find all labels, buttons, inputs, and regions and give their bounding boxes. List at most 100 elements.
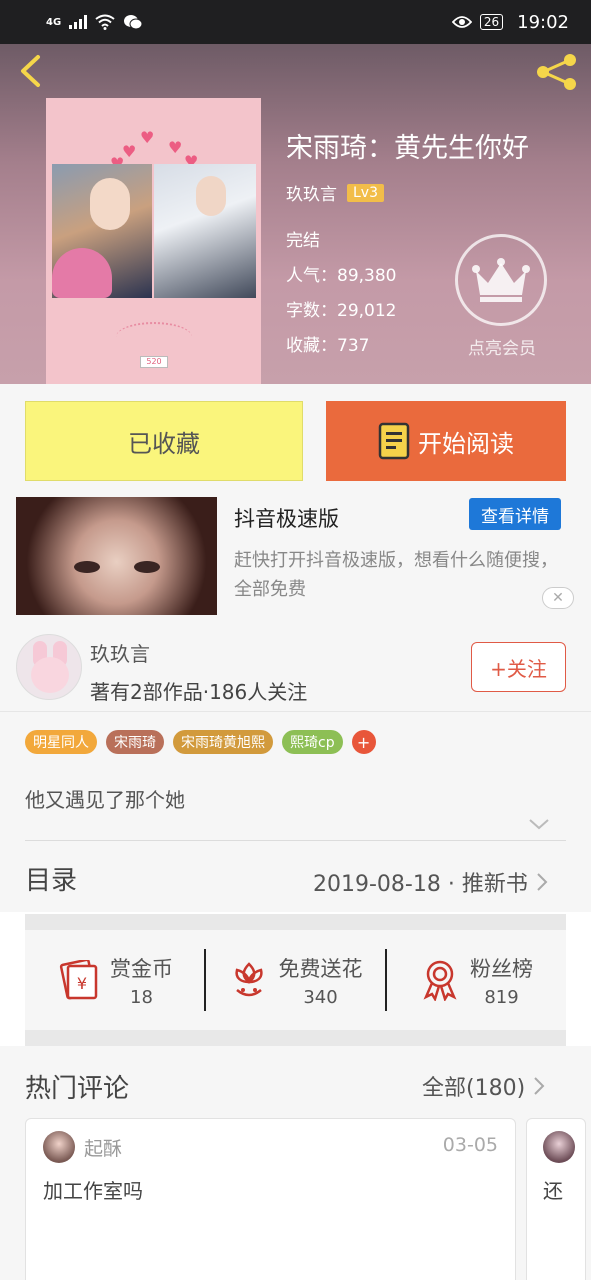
ad-detail-button[interactable]: 查看详情	[469, 498, 561, 530]
close-icon: ✕	[552, 590, 564, 606]
svg-text:¥: ¥	[77, 974, 87, 993]
eye-icon	[451, 16, 472, 28]
chevron-down-icon[interactable]	[528, 816, 550, 832]
divider	[25, 840, 566, 841]
table-of-contents-label[interactable]: 目录	[25, 860, 77, 897]
tag-item[interactable]: 熙琦cp	[282, 730, 343, 754]
ad-image-eye	[134, 561, 160, 573]
fan-ranking-label: 粉丝榜	[470, 956, 533, 981]
favorites-label: 收藏：	[286, 336, 337, 356]
heart-icon: ♥	[140, 128, 155, 147]
commenter-avatar[interactable]	[43, 1131, 75, 1163]
action-bar: 已收藏 开始阅读	[0, 384, 591, 494]
comment-card[interactable]: 还	[526, 1118, 586, 1280]
comment-date: 03-05	[442, 1134, 498, 1156]
book-header: ♥ ♥ ♥ ♥ ♥ 520 宋雨琦：黄先生你好 玖玖言 Lv3 完结 人气：89…	[0, 44, 591, 384]
status-bar: 4G 26 19:02	[0, 0, 591, 44]
all-comments-label: 全部(180)	[422, 1076, 526, 1101]
add-tag-button[interactable]: +	[351, 730, 376, 754]
book-info-section: 明星同人 宋雨琦 宋雨琦黄旭熙 熙琦cp + 他又遇见了那个她 目录 2019-…	[0, 712, 591, 912]
start-reading-button[interactable]: 开始阅读	[326, 401, 566, 481]
author-avatar[interactable]	[16, 634, 82, 700]
table-of-contents-link[interactable]: 2019-08-18 · 推新书	[313, 866, 548, 898]
level-badge: Lv3	[347, 183, 384, 202]
section-separator	[25, 914, 566, 930]
ad-description: 赶快打开抖音极速版，想看什么随便搜，全部免费	[234, 550, 558, 600]
vip-circle	[455, 234, 547, 326]
book-icon	[378, 422, 410, 460]
ad-image	[16, 497, 217, 615]
reward-coins-text: 赏金币 18	[110, 953, 173, 1008]
crown-icon	[472, 258, 530, 302]
red-envelope-icon: ¥	[59, 960, 98, 1000]
comment-text: 还	[543, 1179, 563, 1203]
words-value: 29,012	[337, 301, 397, 321]
toc-meta-text: 2019-08-18 · 推新书	[313, 872, 528, 897]
status-right: 26 19:02	[451, 11, 569, 33]
ad-image-eye	[74, 561, 100, 573]
share-icon[interactable]	[534, 52, 580, 92]
popularity-label: 人气：	[286, 266, 337, 286]
author-meta: 著有2部作品·186人关注	[90, 680, 308, 704]
flower-icon	[234, 962, 263, 997]
commenter-avatar[interactable]	[543, 1131, 575, 1163]
comment-card[interactable]: 起酥 03-05 加工作室吗	[25, 1118, 516, 1280]
book-cover[interactable]: ♥ ♥ ♥ ♥ ♥ 520	[46, 98, 261, 384]
tag-item[interactable]: 宋雨琦	[106, 730, 164, 754]
hot-comments-title: 热门评论	[25, 1074, 130, 1104]
hero-author-name[interactable]: 玖玖言	[286, 180, 337, 205]
all-comments-link[interactable]: 全部(180)	[422, 1070, 545, 1102]
commenter-name: 起酥	[84, 1138, 123, 1160]
fan-ranking-value: 819	[484, 986, 519, 1008]
word-count-stat: 字数：29,012	[286, 296, 396, 321]
back-arrow-icon[interactable]	[14, 54, 48, 88]
book-summary: 他又遇见了那个她	[25, 788, 185, 812]
favorites-stat: 收藏：737	[286, 331, 369, 356]
reward-coins-button[interactable]: ¥ 赏金币 18	[25, 953, 204, 1008]
heart-icon: ♥	[168, 138, 183, 157]
cover-face-left	[90, 178, 130, 230]
collected-button[interactable]: 已收藏	[25, 401, 303, 481]
start-reading-label: 开始阅读	[418, 429, 514, 458]
network-type: 4G	[46, 16, 62, 28]
popularity-stat: 人气：89,380	[286, 261, 396, 286]
clock: 19:02	[517, 11, 569, 33]
status-left: 4G	[46, 14, 143, 30]
book-status: 完结	[286, 231, 320, 251]
fan-ranking-text: 粉丝榜 819	[470, 953, 533, 1008]
comment-text: 加工作室吗	[43, 1179, 143, 1203]
chevron-right-icon	[537, 873, 548, 891]
wechat-icon	[124, 15, 143, 30]
tag-item[interactable]: 宋雨琦黄旭熙	[173, 730, 273, 754]
book-title: 宋雨琦：黄先生你好	[286, 133, 529, 164]
words-label: 字数：	[286, 301, 337, 321]
cover-tag: 520	[140, 356, 168, 368]
reward-stats: ¥ 赏金币 18 免费送花 340 粉丝榜 819	[25, 930, 566, 1030]
free-flowers-button[interactable]: 免费送花 340	[206, 953, 385, 1008]
battery-level: 26	[479, 14, 504, 30]
ad-banner[interactable]: 抖音极速版 查看详情 赶快打开抖音极速版，想看什么随便搜，全部免费 ✕	[0, 494, 591, 620]
author-name: 玖玖言	[90, 642, 150, 666]
author-section[interactable]: 玖玖言 著有2部作品·186人关注 +关注	[0, 620, 591, 712]
vip-button[interactable]: 点亮会员	[455, 234, 549, 359]
chevron-right-icon	[534, 1077, 545, 1095]
hot-comments-section: 热门评论 全部(180) 起酥 03-05 加工作室吗 还	[0, 1046, 591, 1280]
follow-button[interactable]: +关注	[471, 642, 566, 692]
section-separator	[25, 1030, 566, 1046]
reward-coins-label: 赏金币	[110, 956, 173, 981]
free-flowers-label: 免费送花	[278, 956, 363, 981]
tag-list: 明星同人 宋雨琦 宋雨琦黄旭熙 熙琦cp +	[25, 730, 376, 754]
ad-close-button[interactable]: ✕	[542, 587, 574, 609]
popularity-value: 89,380	[337, 266, 397, 286]
vip-label: 点亮会员	[468, 339, 536, 359]
avatar-head	[31, 657, 69, 693]
free-flowers-text: 免费送花 340	[279, 953, 363, 1008]
wifi-icon	[95, 14, 115, 30]
medal-icon	[423, 960, 457, 1001]
cover-face-right	[196, 176, 226, 216]
cover-dial	[116, 322, 192, 352]
fan-ranking-button[interactable]: 粉丝榜 819	[387, 953, 566, 1008]
hero-author-row: 玖玖言 Lv3	[286, 180, 384, 205]
tag-item[interactable]: 明星同人	[25, 730, 97, 754]
signal-icon	[69, 15, 88, 29]
